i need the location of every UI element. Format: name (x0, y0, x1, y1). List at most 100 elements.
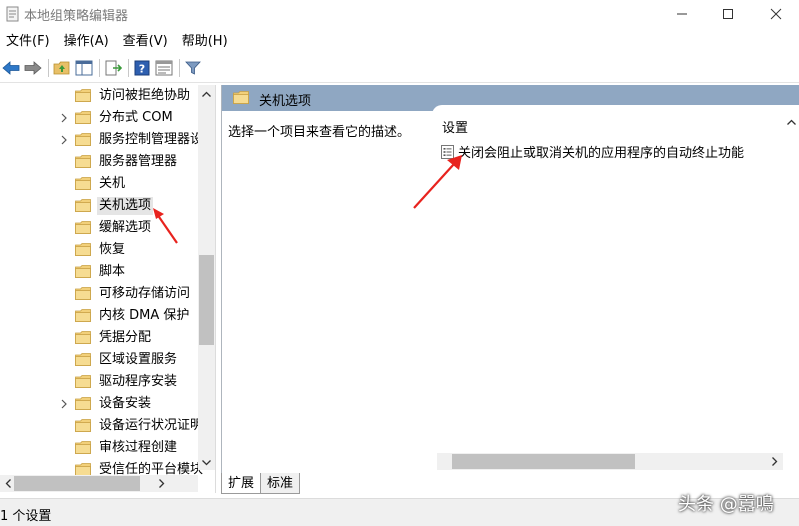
tree-item[interactable]: 设备运行状况证明 (0, 415, 203, 437)
chevron-right-icon[interactable] (59, 113, 69, 123)
tree-item[interactable]: 关机 (0, 173, 198, 195)
tree-item[interactable]: 恢复 (0, 239, 198, 261)
chevron-right-icon[interactable] (156, 478, 167, 489)
policy-editor-icon (6, 6, 19, 22)
up-button[interactable] (52, 58, 72, 78)
chevron-up-icon[interactable] (786, 117, 797, 128)
tree-item[interactable]: 脚本 (0, 261, 198, 283)
chevron-right-icon[interactable] (59, 135, 69, 145)
tree-vertical-scrollbar[interactable] (198, 85, 215, 470)
tree-item[interactable]: 凭据分配 (0, 327, 198, 349)
folder-icon (75, 375, 91, 388)
folder-icon (75, 155, 91, 168)
menu-action[interactable]: 操作(A) (57, 30, 116, 54)
tree-pane: 访问被拒绝协助分布式 COM 服务控制管理器设服务器管理器关机关机选项缓解选项恢复… (0, 85, 216, 493)
minimize-button[interactable] (659, 0, 705, 28)
back-button[interactable] (1, 58, 21, 78)
menu-bar: 文件(F) 操作(A) 查看(V) 帮助(H) (0, 30, 235, 54)
tree-horizontal-scrollbar[interactable] (0, 475, 198, 492)
close-button[interactable] (753, 0, 799, 28)
menu-help[interactable]: 帮助(H) (175, 30, 235, 54)
chevron-right-icon[interactable] (769, 456, 780, 467)
tab-standard[interactable]: 标准 (260, 473, 301, 494)
settings-list: 设置 关闭会阻止或取消关机的应用程序的自动终止功能 (432, 105, 799, 473)
chevron-left-icon[interactable] (3, 478, 14, 489)
list-horizontal-scrollbar[interactable] (437, 453, 783, 470)
title-bar: 本地组策略编辑器 (0, 0, 799, 28)
watermark: 头条 @囂鳴 (678, 494, 774, 515)
tree-item-label: 设备安装 (99, 396, 152, 411)
export-list-button[interactable] (103, 58, 123, 78)
menu-view[interactable]: 查看(V) (116, 30, 175, 54)
description-area: 选择一个项目来查看它的描述。 (222, 111, 432, 466)
scrollbar-thumb[interactable] (14, 476, 140, 491)
tree-item[interactable]: 缓解选项 (0, 217, 198, 239)
tree-item-label: 访问被拒绝协助 (99, 88, 191, 103)
tree-item[interactable]: 分布式 COM (0, 107, 198, 129)
tree-item[interactable]: 驱动程序安装 (0, 371, 198, 393)
tree-item[interactable]: 访问被拒绝协助 (0, 85, 198, 107)
list-vertical-scrollbar[interactable] (783, 105, 799, 455)
filter-button[interactable] (183, 58, 203, 78)
toolbar-separator (48, 59, 49, 77)
svg-text:?: ? (139, 63, 145, 76)
status-text: 1 个设置 (0, 509, 52, 524)
toolbar-separator (99, 59, 100, 77)
properties-pane-icon (155, 60, 173, 76)
close-icon (770, 8, 782, 20)
setting-row[interactable]: 关闭会阻止或取消关机的应用程序的自动终止功能 (441, 142, 744, 161)
window-title: 本地组策略编辑器 (24, 9, 129, 24)
folder-icon (75, 353, 91, 366)
view-tabs: 扩展 标准 (221, 473, 301, 495)
chevron-down-icon[interactable] (201, 457, 212, 468)
tree-item[interactable]: 服务器管理器 (0, 151, 198, 173)
tree-item[interactable]: 设备安装 (0, 393, 198, 415)
help-icon: ? (134, 60, 150, 76)
maximize-button[interactable] (705, 0, 751, 28)
tree-item-label: 区域设置服务 (99, 352, 178, 367)
folder-icon (75, 177, 91, 190)
export-list-icon (105, 60, 122, 76)
folder-icon (75, 441, 91, 454)
tree-item-label: 设备运行状况证明 (99, 418, 204, 433)
scrollbar-thumb[interactable] (199, 255, 214, 345)
back-arrow-icon (2, 61, 20, 75)
tree-item[interactable]: 关机选项 (0, 195, 198, 217)
tab-extended[interactable]: 扩展 (221, 473, 262, 494)
scrollbar-thumb[interactable] (452, 454, 635, 469)
tree-item-label: 恢复 (99, 242, 126, 257)
tree-item[interactable]: 区域设置服务 (0, 349, 198, 371)
details-header-title: 关机选项 (259, 94, 312, 109)
tree-item[interactable]: 服务控制管理器设 (0, 129, 203, 151)
maximize-icon (723, 9, 733, 19)
column-header-setting[interactable]: 设置 (442, 117, 468, 136)
menu-file[interactable]: 文件(F) (0, 30, 57, 54)
folder-icon (75, 397, 91, 410)
folder-icon (75, 265, 91, 278)
forward-arrow-icon (24, 61, 42, 75)
folder-icon (75, 133, 91, 146)
chevron-up-icon[interactable] (201, 89, 212, 100)
tree-item-label: 关机选项 (97, 197, 154, 215)
show-hide-tree-icon (75, 60, 93, 76)
chevron-right-icon[interactable] (59, 399, 69, 409)
tree-item-label: 内核 DMA 保护 (99, 308, 190, 323)
folder-icon (75, 243, 91, 256)
properties-pane-button[interactable] (154, 58, 174, 78)
details-pane: 关机选项 选择一个项目来查看它的描述。 设置 关闭会阻止或取消关机的应用程序的自… (221, 85, 799, 493)
tree-item[interactable]: 内核 DMA 保护 (0, 305, 198, 327)
folder-icon (75, 199, 91, 212)
tree-item-label: 可移动存储访问 (99, 286, 191, 301)
tree-item-label: 服务器管理器 (99, 154, 178, 169)
policy-setting-icon (441, 144, 454, 159)
tree-item[interactable]: 审核过程创建 (0, 437, 198, 459)
tree-item[interactable]: 可移动存储访问 (0, 283, 198, 305)
folder-icon (75, 287, 91, 300)
help-button[interactable]: ? (132, 58, 152, 78)
folder-icon (75, 221, 91, 234)
forward-button[interactable] (23, 58, 43, 78)
tree-list: 访问被拒绝协助分布式 COM 服务控制管理器设服务器管理器关机关机选项缓解选项恢复… (0, 85, 203, 481)
folder-icon (233, 91, 249, 104)
folder-icon (75, 111, 91, 124)
show-hide-tree-button[interactable] (74, 58, 94, 78)
